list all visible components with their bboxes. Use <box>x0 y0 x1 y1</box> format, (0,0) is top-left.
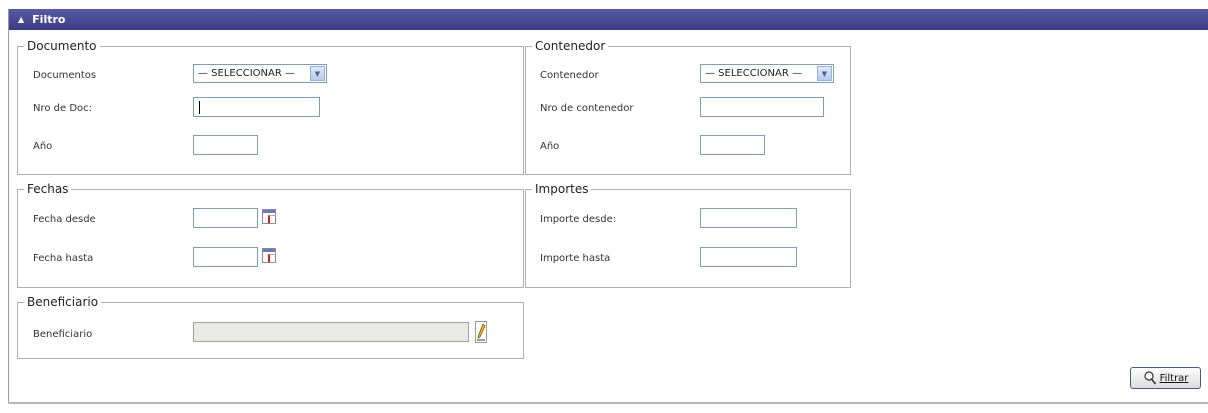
documentos-select-value: — SELECCIONAR — <box>198 68 295 79</box>
funnel-icon <box>1143 371 1156 385</box>
nro-doc-input[interactable] <box>193 97 320 117</box>
importe-hasta-input[interactable] <box>700 247 797 267</box>
documentos-label: Documentos <box>33 70 97 81</box>
fecha-desde-label: Fecha desde <box>33 214 96 225</box>
importes-group: Importes <box>525 182 851 288</box>
importes-legend: Importes <box>532 182 592 196</box>
nro-contenedor-input[interactable] <box>700 97 824 117</box>
contenedor-select[interactable]: — SELECCIONAR — ▼ <box>700 64 834 83</box>
nro-contenedor-label: Nro de contenedor <box>540 103 634 114</box>
filter-header[interactable]: ▲ Filtro <box>9 9 1208 30</box>
beneficiario-input <box>193 322 469 342</box>
filter-button-label: Filtrar <box>1159 372 1189 384</box>
anio-contenedor-label: Año <box>540 141 560 152</box>
fecha-hasta-label: Fecha hasta <box>33 253 94 264</box>
documento-legend: Documento <box>24 39 100 53</box>
contenedor-label: Contenedor <box>540 70 599 81</box>
calendar-icon[interactable] <box>262 248 276 263</box>
fecha-hasta-input[interactable] <box>193 247 258 267</box>
triangle-up-icon[interactable]: ▲ <box>18 15 24 24</box>
chevron-down-icon[interactable]: ▼ <box>817 66 832 81</box>
importe-hasta-label: Importe hasta <box>540 253 611 264</box>
filter-panel: ▲ Filtro Documento Documentos — SELECCIO… <box>8 9 1208 403</box>
chevron-down-icon[interactable]: ▼ <box>310 66 325 81</box>
panel-bottom-border <box>8 402 1208 404</box>
contenedor-select-value: — SELECCIONAR — <box>705 68 802 79</box>
filter-button[interactable]: Filtrar <box>1130 367 1201 389</box>
fechas-legend: Fechas <box>24 182 72 196</box>
fecha-desde-input[interactable] <box>193 208 258 228</box>
nro-doc-label: Nro de Doc: <box>33 103 93 114</box>
documentos-select[interactable]: — SELECCIONAR — ▼ <box>193 64 327 83</box>
text-caret <box>199 101 200 114</box>
importe-desde-label: Importe desde: <box>540 214 617 225</box>
pencil-icon[interactable] <box>475 321 487 343</box>
importe-desde-input[interactable] <box>700 208 797 228</box>
fechas-group: Fechas <box>17 182 524 288</box>
beneficiario-label: Beneficiario <box>33 329 93 340</box>
anio-doc-label: Año <box>33 141 53 152</box>
beneficiario-legend: Beneficiario <box>24 295 102 309</box>
calendar-icon[interactable] <box>262 209 276 224</box>
anio-doc-input[interactable] <box>193 135 258 155</box>
contenedor-legend: Contenedor <box>532 39 609 53</box>
anio-contenedor-input[interactable] <box>700 135 765 155</box>
filter-title: Filtro <box>32 13 66 26</box>
